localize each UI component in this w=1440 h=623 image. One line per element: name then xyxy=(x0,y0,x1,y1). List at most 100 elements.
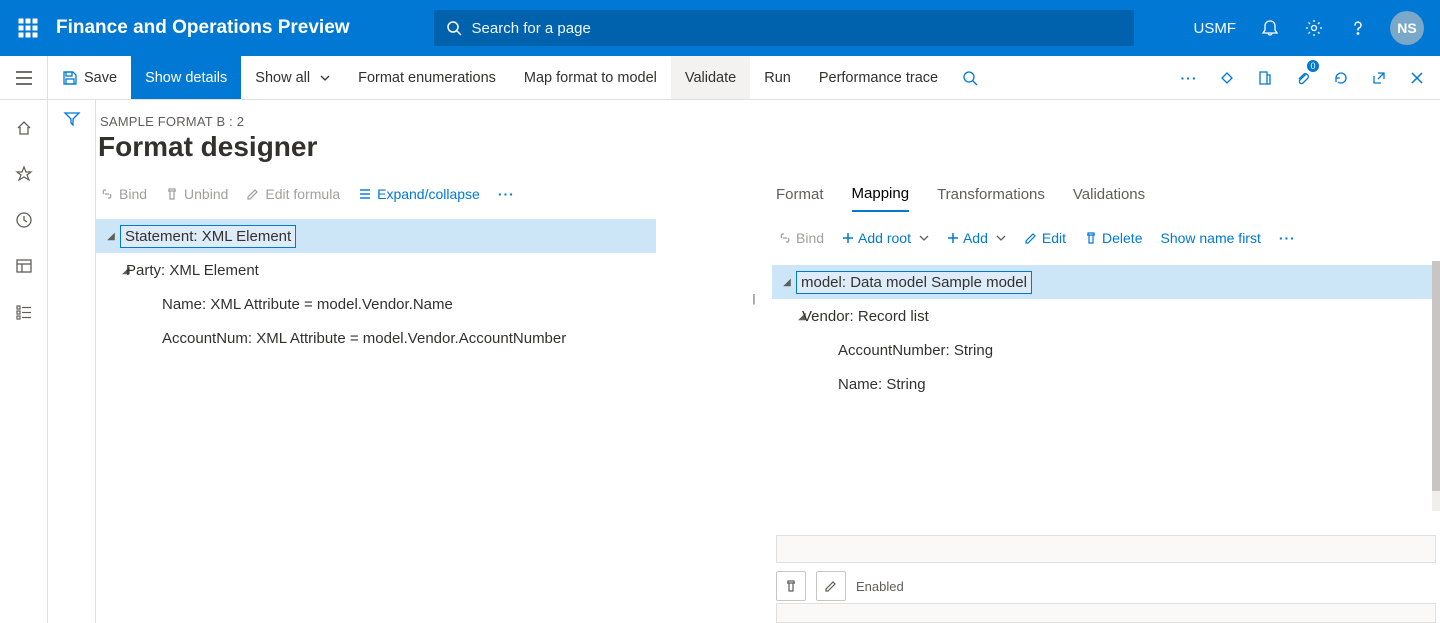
add-button[interactable]: Add xyxy=(947,230,1006,246)
twisty-icon[interactable]: ◢ xyxy=(778,311,798,322)
add-root-button[interactable]: Add root xyxy=(842,230,929,246)
favorites-icon[interactable] xyxy=(4,154,44,194)
list-icon xyxy=(358,187,372,201)
nav-toggle-icon[interactable] xyxy=(0,56,48,99)
unbind-button[interactable]: Unbind xyxy=(165,186,228,202)
mapping-toolbar-more-icon[interactable]: ··· xyxy=(1279,230,1296,246)
modules-icon[interactable] xyxy=(4,292,44,332)
plus-icon xyxy=(842,232,854,244)
app-title: Finance and Operations Preview xyxy=(48,17,374,39)
format-enumerations-button[interactable]: Format enumerations xyxy=(344,56,510,99)
edit-button[interactable]: Edit xyxy=(1024,230,1066,246)
tree-node-model[interactable]: ◢ model: Data model Sample model xyxy=(772,265,1440,299)
chevron-down-icon xyxy=(919,235,929,241)
tree-node-name[interactable]: Name: String xyxy=(772,367,1440,401)
bind-button[interactable]: Bind xyxy=(100,186,147,202)
mapping-tree[interactable]: ◢ model: Data model Sample model ◢ Vendo… xyxy=(772,261,1440,401)
validate-button[interactable]: Validate xyxy=(671,56,750,99)
performance-trace-button[interactable]: Performance trace xyxy=(805,56,952,99)
more-commands-icon[interactable]: ··· xyxy=(1170,56,1208,100)
tab-format[interactable]: Format xyxy=(776,178,824,211)
delete-label: Delete xyxy=(1102,230,1142,246)
tree-node-label: Party: XML Element xyxy=(122,260,263,281)
tree-node-party[interactable]: ◢ Party: XML Element xyxy=(96,253,656,287)
edit-formula-button[interactable]: Edit formula xyxy=(246,186,340,202)
run-label: Run xyxy=(764,70,791,86)
format-tree[interactable]: ◢ Statement: XML Element ◢ Party: XML El… xyxy=(96,215,656,355)
save-icon xyxy=(62,70,78,86)
user-avatar[interactable]: NS xyxy=(1390,11,1424,45)
recent-icon[interactable] xyxy=(4,200,44,240)
tree-node-label: Name: String xyxy=(834,374,930,395)
filter-pane-toggle[interactable] xyxy=(48,100,96,623)
show-all-button[interactable]: Show all xyxy=(241,56,344,99)
map-format-to-model-button[interactable]: Map format to model xyxy=(510,56,671,99)
legal-entity[interactable]: USMF xyxy=(1184,20,1247,37)
search-box[interactable] xyxy=(434,10,1134,46)
enabled-input[interactable] xyxy=(776,603,1436,623)
popout-icon[interactable] xyxy=(1360,56,1398,100)
pencil-icon xyxy=(1024,231,1038,245)
show-all-label: Show all xyxy=(255,70,310,86)
splitter-handle[interactable]: || xyxy=(752,293,754,305)
find-button[interactable] xyxy=(952,56,988,99)
add-root-label: Add root xyxy=(858,230,911,246)
page-options-icon[interactable] xyxy=(1246,56,1284,100)
attachments-count: 0 xyxy=(1307,60,1319,72)
show-details-button[interactable]: Show details xyxy=(131,56,241,99)
save-button[interactable]: Save xyxy=(48,56,131,99)
twisty-icon[interactable]: ◢ xyxy=(102,265,122,276)
mapping-toolbar: Bind Add root Add Edit xyxy=(772,215,1440,261)
search-icon xyxy=(446,20,462,36)
tab-mapping[interactable]: Mapping xyxy=(852,177,910,212)
topbar: Finance and Operations Preview USMF NS xyxy=(0,0,1440,56)
tab-transformations[interactable]: Transformations xyxy=(937,178,1045,211)
close-icon[interactable] xyxy=(1398,56,1436,100)
attachments-icon[interactable]: 0 xyxy=(1284,56,1322,100)
format-toolbar: Bind Unbind Edit formula Expand/collapse xyxy=(96,173,764,215)
home-icon[interactable] xyxy=(4,108,44,148)
twisty-icon[interactable]: ◢ xyxy=(778,277,796,288)
show-name-first-button[interactable]: Show name first xyxy=(1160,230,1260,246)
help-icon[interactable] xyxy=(1338,8,1378,48)
notifications-icon[interactable] xyxy=(1250,8,1290,48)
body: SAMPLE FORMAT B : 2 Format designer Bind… xyxy=(0,100,1440,623)
mapping-tabs: Format Mapping Transformations Validatio… xyxy=(772,173,1440,215)
run-button[interactable]: Run xyxy=(750,56,805,99)
tree-node-statement[interactable]: ◢ Statement: XML Element xyxy=(96,219,656,253)
footer-edit-button[interactable] xyxy=(816,571,846,601)
edit-label: Edit xyxy=(1042,230,1066,246)
bind-label: Bind xyxy=(119,186,147,202)
tree-node-label: model: Data model Sample model xyxy=(796,271,1032,294)
format-tree-panel: Bind Unbind Edit formula Expand/collapse xyxy=(96,173,772,623)
tree-node-name-attr[interactable]: Name: XML Attribute = model.Vendor.Name xyxy=(96,287,656,321)
scrollbar[interactable] xyxy=(1432,261,1440,511)
nav-rail xyxy=(0,100,48,623)
tree-node-accountnum-attr[interactable]: AccountNum: XML Attribute = model.Vendor… xyxy=(96,321,656,355)
tree-node-vendor[interactable]: ◢ Vendor: Record list xyxy=(772,299,1440,333)
mapping-bind-button[interactable]: Bind xyxy=(778,230,824,246)
format-toolbar-more-icon[interactable]: ··· xyxy=(498,186,515,202)
page-title: Format designer xyxy=(96,129,1440,173)
tree-node-accountnumber[interactable]: AccountNumber: String xyxy=(772,333,1440,367)
mapping-bind-label: Bind xyxy=(796,230,824,246)
trash-icon xyxy=(165,187,179,201)
expand-collapse-button[interactable]: Expand/collapse xyxy=(358,186,480,202)
edit-formula-label: Edit formula xyxy=(265,186,340,202)
workspaces-icon[interactable] xyxy=(4,246,44,286)
refresh-icon[interactable] xyxy=(1322,56,1360,100)
validate-label: Validate xyxy=(685,70,736,86)
tab-validations[interactable]: Validations xyxy=(1073,178,1145,211)
app-launcher-icon[interactable] xyxy=(8,8,48,48)
format-enumerations-label: Format enumerations xyxy=(358,70,496,86)
chevron-down-icon xyxy=(320,75,330,81)
personalize-icon[interactable] xyxy=(1208,56,1246,100)
twisty-icon[interactable]: ◢ xyxy=(102,231,120,242)
tree-node-label: Statement: XML Element xyxy=(120,225,296,248)
show-details-label: Show details xyxy=(145,70,227,86)
property-strip xyxy=(776,535,1436,563)
settings-icon[interactable] xyxy=(1294,8,1334,48)
search-input[interactable] xyxy=(470,19,1122,38)
footer-delete-button[interactable] xyxy=(776,571,806,601)
delete-button[interactable]: Delete xyxy=(1084,230,1142,246)
